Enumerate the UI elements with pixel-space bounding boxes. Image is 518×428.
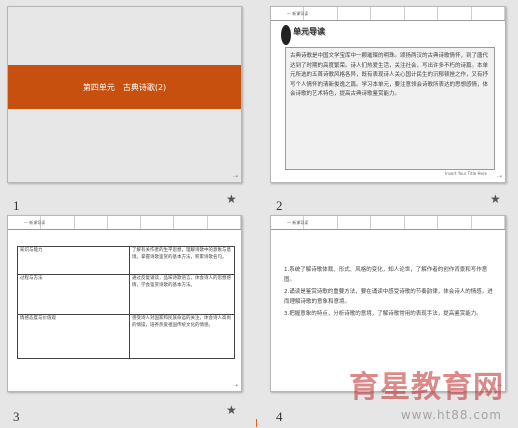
- slide-4-header: 一 新课导读: [271, 216, 505, 230]
- title-banner: 第四单元 古典诗歌(2): [8, 65, 241, 109]
- row-label: 过程与方法: [17, 274, 130, 315]
- row-text: 通过反复诵读，品味诗歌语言，体会诗人的思想感情，学会鉴赏诗歌的基本方法。: [129, 274, 235, 315]
- watermark-logo: 育星教育网: [349, 370, 504, 405]
- row-text: 感受诗人对国家和民族命运的关注，体会诗人高尚的情操，培养热爱祖国传统文化的情感。: [129, 314, 235, 359]
- slide-sorter-pane[interactable]: 第四单元 古典诗歌(2) ⇢ 1 ★ 一 新课导读 单元导读 古典诗歌是中国文学…: [0, 0, 518, 428]
- objectives-table: 知识与能力 了解有关作者的生平思想，理解诗歌中的意象与意境，掌握诗歌鉴赏的基本方…: [17, 246, 235, 359]
- list-item: 1.系统了解诗歌体裁、形式、风格的变化，知人论世，了解作者的创作背景和写作意图。: [284, 267, 488, 283]
- points-list: 1.系统了解诗歌体裁、形式、风格的变化，知人论世，了解作者的创作背景和写作意图。…: [284, 266, 496, 320]
- slide-number-3: 3: [13, 409, 20, 424]
- slide-number-1: 1: [13, 198, 20, 213]
- row-text: 了解有关作者的生平思想，理解诗歌中的意象与意境，掌握诗歌鉴赏的基本方法，积累诗歌…: [129, 246, 235, 275]
- animation-star-icon[interactable]: ★: [226, 403, 237, 417]
- slide-number-2: 2: [276, 198, 283, 213]
- slide-2-header: 一 新课导读: [271, 7, 505, 21]
- slide-thumbnail-2[interactable]: 一 新课导读 单元导读 古典诗歌是中国文学宝库中一颗璀璨的明珠。颂扬两汉的古典诗…: [270, 6, 506, 183]
- slide-2-badge: 单元导读: [293, 27, 325, 36]
- table-row: 情感态度与价值观 感受诗人对国家和民族命运的关注，体会诗人高尚的情操，培养热爱祖…: [17, 314, 235, 359]
- table-row: 过程与方法 通过反复诵读，品味诗歌语言，体会诗人的思想感情，学会鉴赏诗歌的基本方…: [17, 274, 235, 315]
- logo-icon: [281, 25, 291, 45]
- table-row: 知识与能力 了解有关作者的生平思想，理解诗歌中的意象与意境，掌握诗歌鉴赏的基本方…: [17, 246, 235, 275]
- slide-number-4: 4: [276, 409, 283, 424]
- slide-2-body: 古典诗歌是中国文学宝库中一颗璀璨的明珠。颂扬两汉的古典诗歌情怀，到了唐代达到了时…: [290, 53, 489, 97]
- slide-2-footer: Insert Your Title Here: [445, 171, 487, 176]
- transition-icon: ⇢: [496, 173, 502, 180]
- content-box: 古典诗歌是中国文学宝库中一颗璀璨的明珠。颂扬两汉的古典诗歌情怀，到了唐代达到了时…: [285, 47, 495, 170]
- list-item: 3.把握意象的特点，分析诗歌的意境，了解诗歌常用的表现手法，提高鉴赏能力。: [284, 311, 482, 317]
- watermark-url: www.ht88.com: [400, 408, 502, 422]
- slide-thumbnail-3[interactable]: 一 新课导读 知识与能力 了解有关作者的生平思想，理解诗歌中的意象与意境，掌握诗…: [7, 215, 242, 392]
- transition-icon: ⇢: [232, 382, 238, 389]
- slide-1-title: 第四单元 古典诗歌(2): [82, 82, 167, 92]
- insertion-cursor: [256, 419, 260, 427]
- transition-icon: ⇢: [232, 173, 238, 180]
- list-item: 2.诵读是鉴赏诗歌的重要方法，要在诵读中感受诗歌的节奏韵律，体会诗人的情感，进而…: [284, 289, 493, 305]
- row-label: 情感态度与价值观: [17, 314, 130, 359]
- animation-star-icon[interactable]: ★: [226, 192, 237, 206]
- animation-star-icon[interactable]: ★: [490, 192, 501, 206]
- slide-3-header: 一 新课导读: [8, 216, 241, 230]
- row-label: 知识与能力: [17, 246, 130, 275]
- slide-thumbnail-1[interactable]: 第四单元 古典诗歌(2) ⇢: [7, 6, 242, 183]
